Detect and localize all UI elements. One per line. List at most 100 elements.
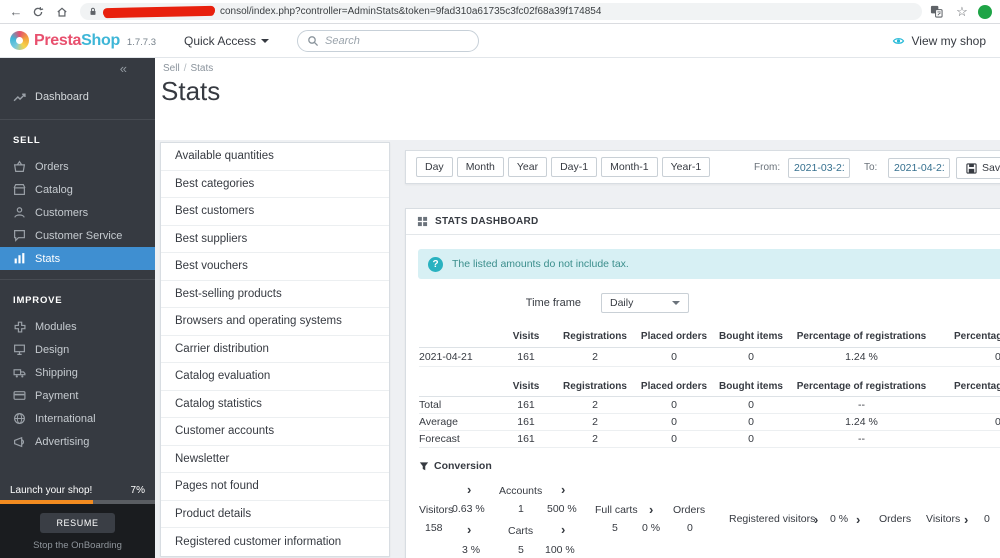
search-input[interactable] [325,34,456,47]
funnel-full-carts-value: 5 [612,522,618,534]
sidebar-item-catalog[interactable]: Catalog [0,178,155,201]
view-my-shop-link[interactable]: View my shop [891,34,990,48]
sidebar-item-design[interactable]: Design [0,338,155,361]
funnel-visitors-value: 158 [425,522,443,534]
funnel-carts-to-full-rate: 100 % [545,544,575,556]
table-cell: 161 [497,347,555,367]
header-search[interactable] [297,29,480,52]
table-cell: -- [789,396,934,414]
sidebar-divider [0,119,155,120]
profile-avatar[interactable] [978,4,992,19]
chevron-right-icon[interactable]: › [467,483,471,496]
table-cell: 0 [635,396,713,414]
time-frame-select[interactable]: Daily [601,293,689,313]
funnel-registered-orders-label: Orders [879,513,912,525]
puzzle-icon [13,320,26,333]
search-icon [307,35,319,47]
question-mark-icon: ? [428,256,443,272]
sidebar-collapse-icon[interactable]: « [120,61,127,76]
table-header: Bought items [713,376,789,397]
range-day-1-button[interactable]: Day-1 [551,157,598,177]
funnel-filter-icon [419,461,429,472]
submenu-item[interactable]: Best categories [161,171,389,198]
funnel-accounts-rate: 0.63 % [452,503,485,515]
sidebar-item-shipping[interactable]: Shipping [0,361,155,384]
range-year-1-button[interactable]: Year-1 [661,157,711,177]
sidebar-item-stats[interactable]: Stats [0,247,155,270]
sidebar-item-customer-service[interactable]: Customer Service [0,224,155,247]
alert-text: The listed amounts do not include tax. [452,258,629,270]
table-cell: 0 [635,430,713,448]
breadcrumb: Sell / Stats [163,63,213,74]
floppy-disk-icon [966,162,977,174]
resume-button[interactable]: RESUME [40,513,115,533]
back-icon[interactable]: ← [8,5,24,18]
sidebar-item-payment[interactable]: Payment [0,384,155,407]
bar-chart-icon [13,252,26,265]
submenu-item[interactable]: Pages not found [161,473,389,501]
table-header: Percentage of orders [934,376,1000,397]
table-cell: -- [934,396,1000,414]
time-frame-value: Daily [610,297,634,309]
funnel-registered-orders-rate: 0 % [830,513,849,525]
stop-onboarding-link[interactable]: Stop the OnBoarding [33,540,122,551]
submenu-item[interactable]: Carrier distribution [161,336,389,363]
submenu-item[interactable]: Best suppliers [161,226,389,253]
submenu-item[interactable]: Catalog evaluation [161,363,389,391]
range-day-button[interactable]: Day [416,157,453,177]
bookmark-star-icon[interactable]: ☆ [954,5,970,18]
submenu-item[interactable]: Newsletter [161,446,389,473]
reload-icon[interactable] [32,6,48,18]
app-header: PrestaShop 1.7.7.3 Quick Access View my … [0,24,1000,58]
prestashop-logo[interactable]: PrestaShop [34,32,120,50]
sidebar-item-advertising[interactable]: Advertising [0,430,155,453]
submenu-item[interactable]: Available quantities [161,143,389,171]
sidebar-item-dashboard[interactable]: Dashboard [0,84,155,110]
range-month-button[interactable]: Month [456,157,504,177]
submenu-item[interactable]: Registered customer information [161,528,389,556]
chevron-right-icon[interactable]: › [964,513,968,526]
submenu-item[interactable]: Browsers and operating systems [161,308,389,336]
breadcrumb-parent[interactable]: Sell [163,63,180,74]
chevron-right-icon[interactable]: › [561,483,565,496]
translate-icon[interactable] [930,5,946,18]
panel-header: STATS DASHBOARD [406,209,1000,235]
chevron-right-icon[interactable]: › [467,523,471,536]
table-cell: 2 [555,430,635,448]
sidebar-item-label: Payment [35,389,79,402]
submenu-item[interactable]: Customer accounts [161,418,389,446]
range-year-button[interactable]: Year [507,157,548,177]
chevron-right-icon[interactable]: › [561,523,565,536]
submenu-item[interactable]: Catalog statistics [161,391,389,418]
range-month-1-button[interactable]: Month-1 [601,157,658,177]
table-cell: 0 [713,430,789,448]
table-cell: 0 [635,347,713,367]
submenu-item[interactable]: Best customers [161,198,389,226]
from-date-input[interactable] [788,158,850,178]
chevron-right-icon[interactable]: › [814,513,818,526]
sidebar-item-international[interactable]: International [0,407,155,430]
table-header: Visits [497,376,555,397]
submenu-item[interactable]: Best vouchers [161,253,389,281]
quick-access-menu[interactable]: Quick Access [184,34,270,48]
sidebar-item-label: Orders [35,160,69,173]
sidebar-item-modules[interactable]: Modules [0,315,155,338]
chevron-right-icon[interactable]: › [649,503,653,516]
table-cell: -- [789,430,934,448]
main-content: Sell/Stats Stats Recommended Modules Ava… [155,58,1000,558]
from-label: From: [754,162,781,173]
home-icon[interactable] [56,6,72,18]
onboarding-panel: Launch your shop! 7% RESUME Stop the OnB… [0,485,155,558]
address-bar[interactable]: consol/index.php?controller=AdminStats&t… [80,3,922,20]
save-button[interactable]: Save [956,157,1000,179]
sidebar-item-orders[interactable]: Orders [0,155,155,178]
submenu-item[interactable]: Best-selling products [161,281,389,308]
to-date-input[interactable] [888,158,950,178]
monitor-icon [13,343,26,356]
chevron-right-icon[interactable]: › [856,513,860,526]
save-button-label: Save [982,162,1000,174]
submenu-item[interactable]: Product details [161,501,389,528]
sidebar-item-label: Shipping [35,366,78,379]
sidebar-item-customers[interactable]: Customers [0,201,155,224]
sidebar: « Dashboard SELL Orders Catalog Customer… [0,58,155,558]
